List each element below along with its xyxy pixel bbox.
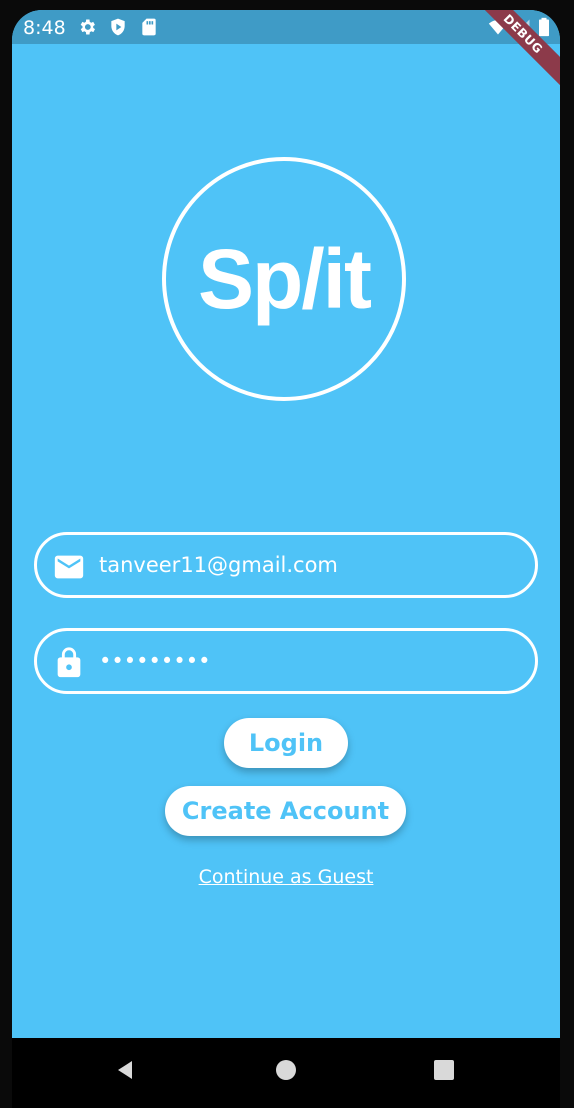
home-icon[interactable] xyxy=(274,1058,298,1082)
email-field[interactable] xyxy=(34,532,538,598)
sd-card-icon xyxy=(139,17,159,37)
recents-icon[interactable] xyxy=(432,1058,456,1082)
email-input[interactable] xyxy=(99,535,519,595)
navigation-bar xyxy=(12,1038,560,1108)
email-icon xyxy=(52,550,86,584)
password-input[interactable] xyxy=(99,631,519,691)
phone-frame: 8:48 DEBUG Sp/it tanveer11@gmail.com •••… xyxy=(0,0,574,1108)
login-button[interactable]: Login xyxy=(224,718,348,768)
logo-text: Sp/it xyxy=(198,232,372,326)
app-screen: 8:48 DEBUG Sp/it tanveer11@gmail.com •••… xyxy=(12,10,560,1108)
password-field[interactable] xyxy=(34,628,538,694)
play-shield-icon xyxy=(108,17,128,37)
create-account-button[interactable]: Create Account xyxy=(165,786,406,836)
app-logo: Sp/it xyxy=(162,157,406,401)
lock-icon xyxy=(52,646,86,680)
status-bar: 8:48 DEBUG xyxy=(12,10,560,95)
back-icon[interactable] xyxy=(114,1058,138,1082)
gear-icon xyxy=(77,17,97,37)
continue-as-guest-link[interactable]: Continue as Guest xyxy=(12,866,560,888)
status-time: 8:48 xyxy=(23,17,66,39)
